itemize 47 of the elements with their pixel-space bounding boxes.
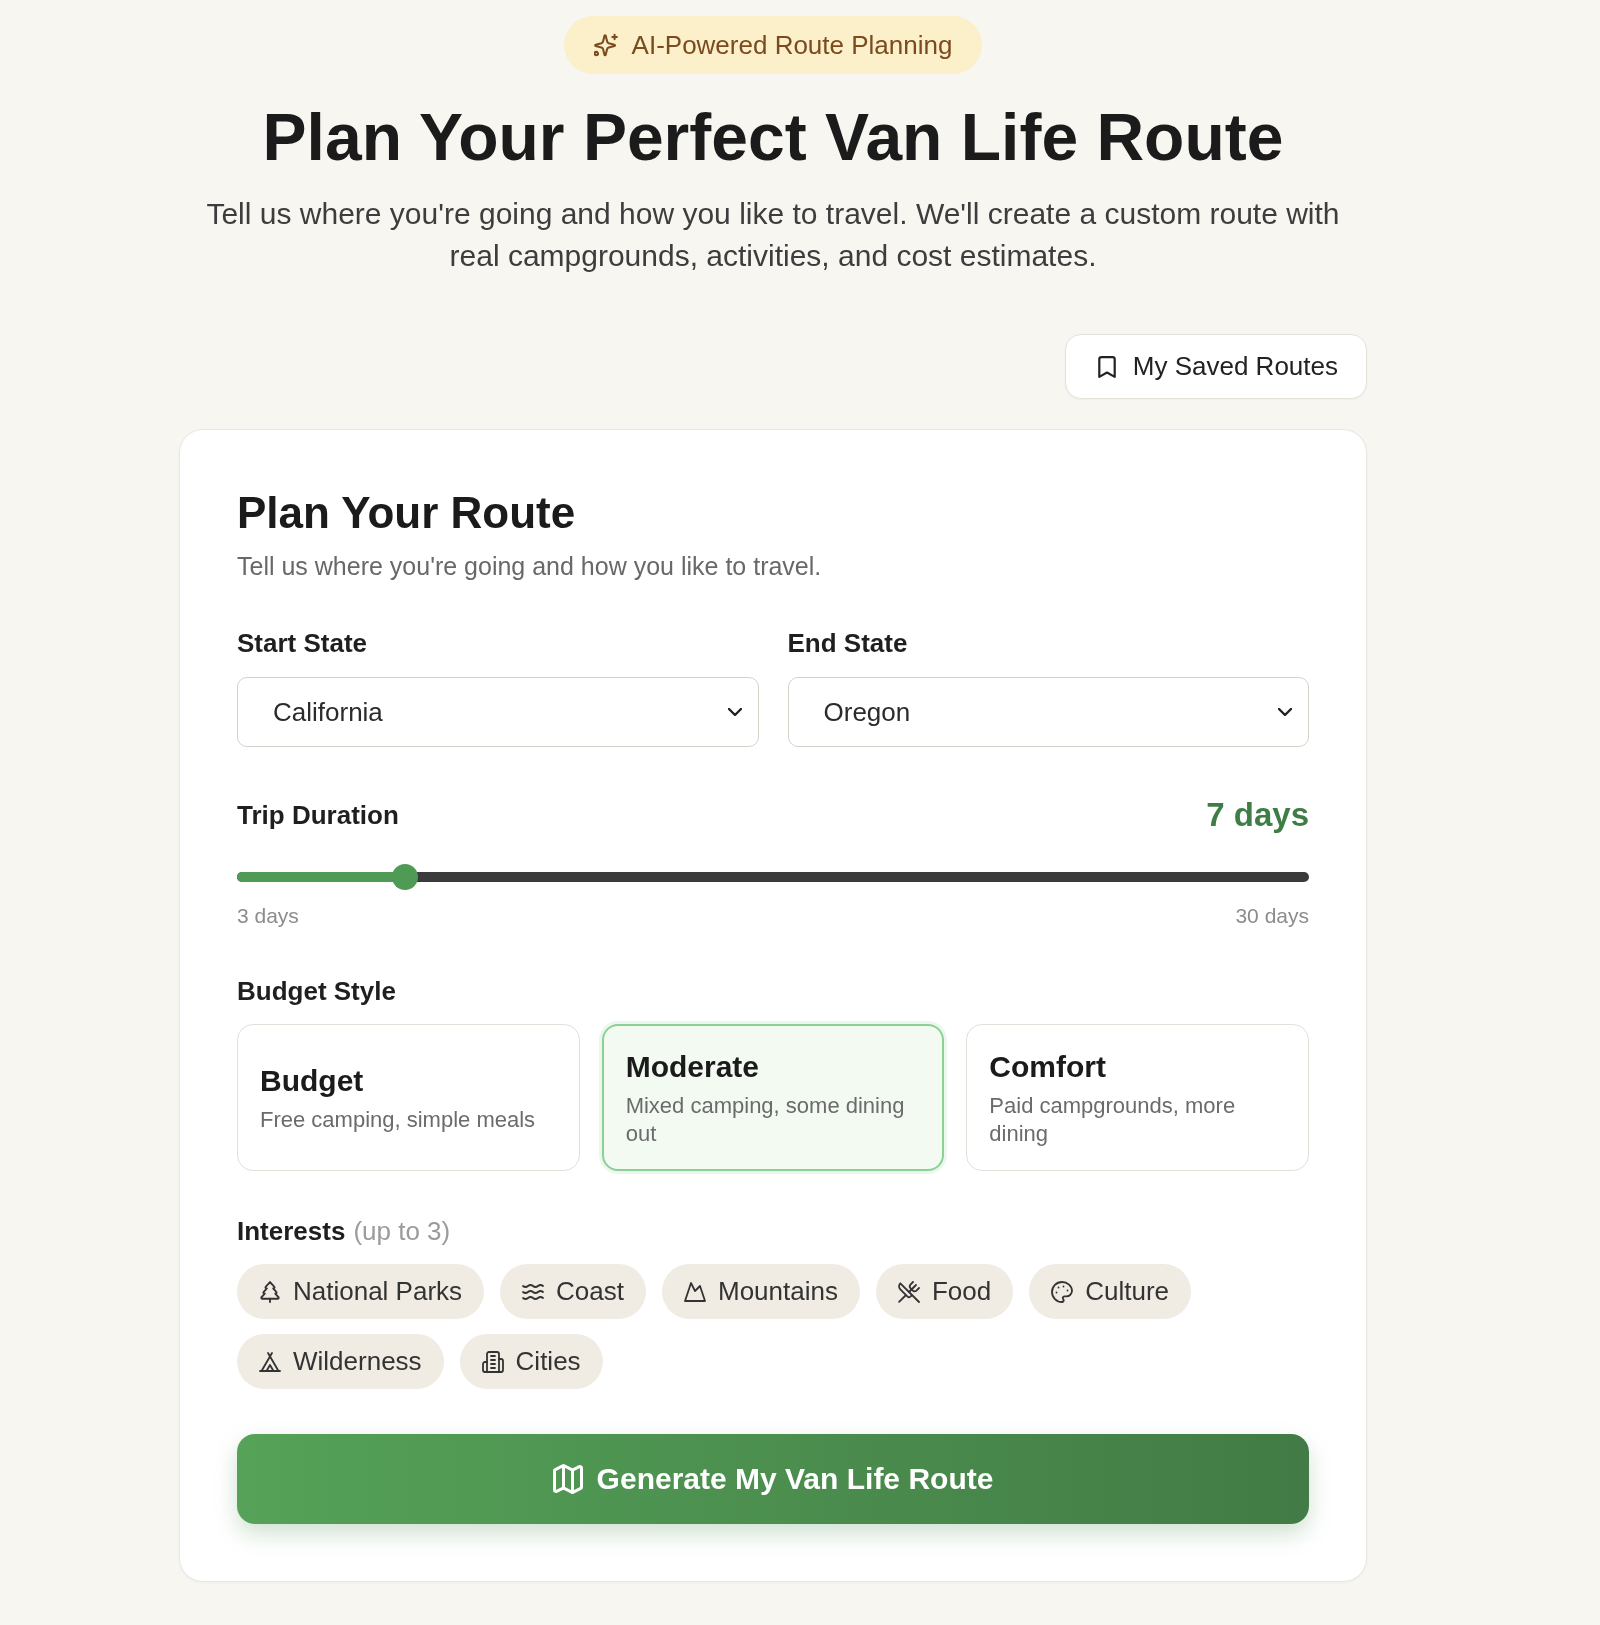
range-max-label: 30 days (1235, 903, 1309, 929)
option-title: Comfort (989, 1048, 1106, 1085)
budget-option[interactable]: Moderate Mixed camping, some dining out (601, 1024, 945, 1171)
field-label: Start State (237, 628, 368, 658)
generate-route-button[interactable]: Generate My Van Life Route (237, 1434, 1309, 1524)
interest-chip[interactable]: Cities (459, 1334, 603, 1389)
option-description: Free camping, simple meals (260, 1105, 536, 1134)
palette-icon (1051, 1280, 1074, 1303)
interest-chip[interactable]: Culture (1029, 1264, 1192, 1319)
tree-icon (259, 1280, 281, 1303)
budget-option[interactable]: Comfort Paid campgrounds, more dining (966, 1024, 1309, 1171)
chevron-down-icon (1278, 708, 1292, 716)
saved-routes-button[interactable]: My Saved Routes (1064, 334, 1367, 399)
chevron-down-icon (727, 708, 742, 716)
crossed-utensils-icon (897, 1280, 920, 1303)
interest-chip[interactable]: National Parks (237, 1264, 485, 1319)
form-title: Plan Your Route (237, 488, 577, 538)
field-hint: (up to 3) (353, 1216, 451, 1246)
page-subtitle: Tell us where you're going and how you like to travel. We'll create a custom route with real campgrounds, activities, and cost estimates. (205, 196, 1341, 274)
sparkles-icon (593, 33, 618, 57)
interest-chip[interactable]: Coast (500, 1264, 646, 1319)
state-select[interactable]: Oregon (787, 677, 1309, 747)
interest-chip[interactable]: Mountains (662, 1264, 860, 1319)
option-description: Mixed camping, some dining out (625, 1091, 906, 1148)
field-label: Trip Duration (237, 799, 399, 830)
badge-text: AI-Powered Route Planning (631, 29, 953, 61)
duration-reading: 7 days (1206, 795, 1309, 835)
building-icon (481, 1350, 504, 1373)
field-label: End State (787, 628, 908, 658)
form-subtitle: Tell us where you're going and how you like to travel. (237, 551, 823, 582)
interest-chip[interactable]: Food (875, 1264, 1014, 1319)
bookmark-icon (1097, 355, 1116, 378)
state-select[interactable]: California (237, 677, 759, 747)
field-label: Interests (237, 1216, 346, 1246)
option-title: Budget (260, 1062, 364, 1099)
slider-thumb[interactable] (391, 864, 418, 890)
mountain-icon (684, 1280, 706, 1303)
tent-icon (259, 1350, 281, 1373)
option-title: Moderate (625, 1048, 759, 1085)
interest-chip[interactable]: Wilderness (237, 1334, 444, 1389)
map-icon (552, 1464, 583, 1494)
option-description: Paid campgrounds, more dining (989, 1091, 1237, 1148)
range-min-label: 3 days (237, 903, 299, 929)
budget-option[interactable]: Budget Free camping, simple meals (237, 1024, 580, 1171)
page-title: Plan Your Perfect Van Life Route (262, 99, 1284, 176)
field-label: Budget Style (237, 976, 396, 1006)
duration-slider[interactable] (237, 864, 1309, 890)
